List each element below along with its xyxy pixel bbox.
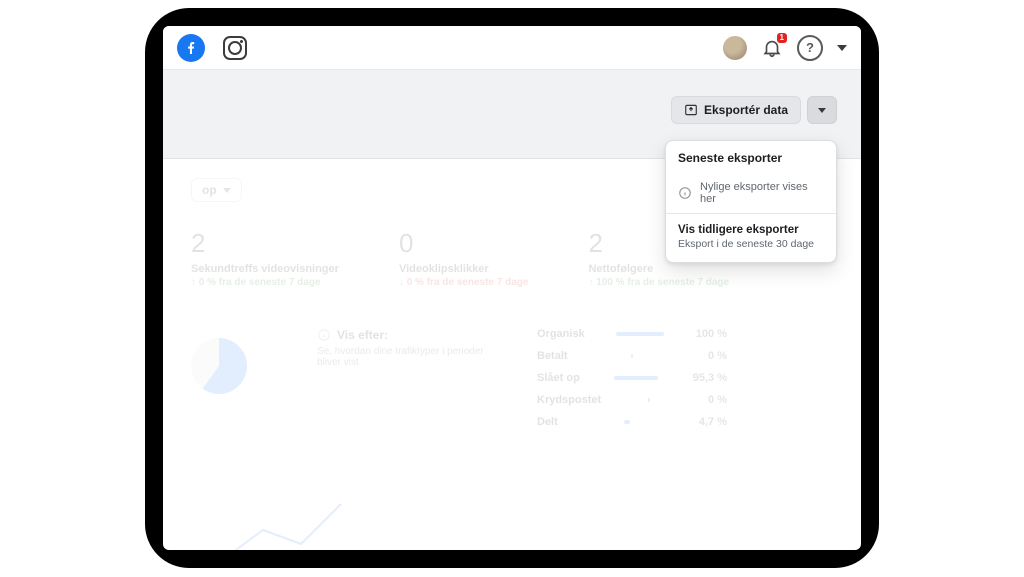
breakdown-row: Organisk 100 % [537,328,727,340]
chevron-down-icon [818,108,826,113]
breakdown-row: Betalt 0 % [537,350,727,362]
breakdown-bar [616,332,664,336]
screen: 1 ? Eksportér data [163,26,861,550]
breakdown-value: 4,7 % [697,416,727,428]
page-selector[interactable]: op [191,178,242,202]
chevron-down-icon [223,188,231,193]
export-dropdown-panel: Seneste eksporter Nylige eksporter vises… [665,140,837,263]
breakdown-label: Delt [537,416,558,428]
stat-delta: ↓ 0 % fra de seneste 7 dage [399,277,529,288]
stat-label: Sekundtreffs videovisninger [191,263,339,275]
help-icon[interactable]: ? [797,35,823,61]
dropdown-link-desc: Eksport i de seneste 30 dage [678,238,824,250]
tablet-frame: 1 ? Eksportér data [145,8,879,568]
dropdown-title: Seneste eksporter [666,141,836,173]
breakdown-value: 100 % [696,328,727,340]
account-menu-caret[interactable] [837,45,847,51]
breakdown-list: Organisk 100 % Betalt 0 % Slået op [537,328,727,428]
app-header: 1 ? [163,26,861,70]
export-group: Eksportér data [671,96,837,124]
stat-value: 2 [191,228,339,259]
breakdown-value: 0 % [697,394,727,406]
export-dropdown-toggle[interactable] [807,96,837,124]
breakdown-bar [624,420,630,424]
info-sub: Se, hvordan dine trafiktyper i perioder … [317,346,497,368]
breakdown-bar [631,354,633,358]
stat-delta: ↑ 0 % fra de seneste 7 dage [191,277,339,288]
export-icon [684,103,698,117]
stat-value: 0 [399,228,529,259]
info-icon [317,328,331,342]
toolbar: Eksportér data Seneste eksporter Nylige … [163,70,861,159]
stat-card: 2 Sekundtreffs videovisninger ↑ 0 % fra … [191,228,339,288]
stat-delta: ↑ 100 % fra de seneste 7 dage [588,277,729,288]
breakdown-row: Delt 4,7 % [537,416,727,428]
breakdown-value: 0 % [697,350,727,362]
tablet-bezel: 1 ? Eksportér data [155,18,869,558]
info-block: Vis efter: Se, hvordan dine trafiktyper … [317,328,497,368]
dropdown-empty-row: Nylige eksporter vises her [666,173,836,213]
page-selector-label: op [202,183,217,197]
stat-label: Nettofølgere [588,263,729,275]
breakdown-row: Slået op 95,3 % [537,372,727,384]
breakdown-label: Organisk [537,328,585,340]
stat-card: 0 Videoklipsklikker ↓ 0 % fra de seneste… [399,228,529,288]
facebook-icon[interactable] [177,34,205,62]
breakdown-row: Krydspostet 0 % [537,394,727,406]
pie-chart [191,338,247,394]
header-right: 1 ? [723,35,847,61]
export-button-label: Eksportér data [704,103,788,117]
line-chart [223,500,343,550]
dropdown-link-title: Vis tidligere eksporter [678,224,824,236]
breakdown-label: Krydspostet [537,394,601,406]
stat-label: Videoklipsklikker [399,263,529,275]
breakdown-bar [614,376,658,380]
dropdown-empty-text: Nylige eksporter vises her [700,181,824,205]
dropdown-history-link[interactable]: Vis tidligere eksporter Eksport i de sen… [666,214,836,262]
breakdown-value: 95,3 % [693,372,727,384]
notifications-button[interactable]: 1 [761,37,783,59]
breakdown-label: Slået op [537,372,580,384]
breakdown-label: Betalt [537,350,568,362]
instagram-icon[interactable] [223,36,247,60]
info-icon [678,186,692,200]
notification-badge: 1 [777,33,787,43]
breakdown-bar [648,398,650,402]
export-button[interactable]: Eksportér data [671,96,801,124]
mid-row: Vis efter: Se, hvordan dine trafiktyper … [191,328,833,428]
info-title: Vis efter: [337,328,388,342]
avatar[interactable] [723,36,747,60]
